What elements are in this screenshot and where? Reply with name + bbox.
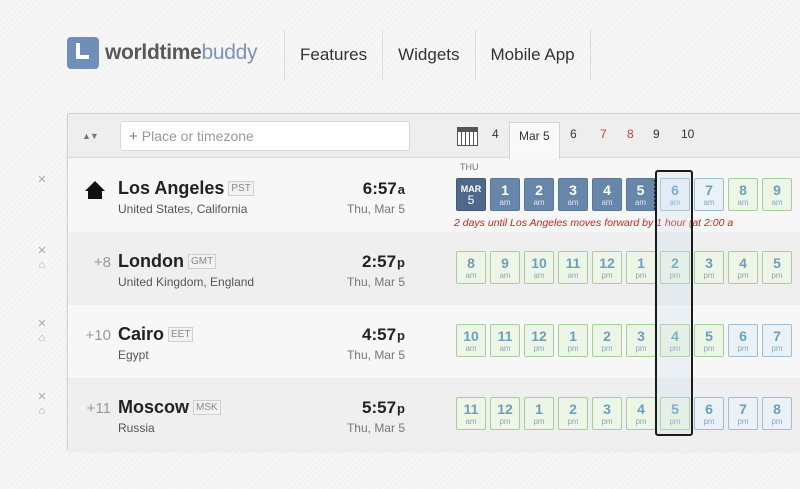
hour-cell[interactable]: 2 pm — [558, 397, 588, 430]
local-date: Thu, Mar 5 — [346, 202, 405, 216]
local-date: Thu, Mar 5 — [346, 275, 405, 289]
sort-arrows-icon[interactable]: ▲▼ — [82, 131, 99, 141]
hour-strip: MAR 5 1 am 2 am 3 am 4 am 5 am 6 am 7 am 8 am 9 am — [456, 178, 796, 211]
logo-text: worldtimebuddy — [105, 41, 258, 64]
remove-row-icon[interactable]: ✕ — [35, 246, 49, 257]
calendar-icon[interactable] — [457, 127, 478, 146]
hour-cell[interactable]: 7 pm — [728, 397, 758, 430]
local-date: Thu, Mar 5 — [346, 421, 405, 435]
hour-cell[interactable]: 12 pm — [592, 251, 622, 284]
city-name[interactable]: Los Angeles PST — [118, 178, 254, 199]
hour-cell[interactable]: 3 pm — [694, 251, 724, 284]
set-home-icon[interactable]: ⌂ — [35, 333, 49, 344]
nav-mobile-app[interactable]: Mobile App — [474, 30, 591, 80]
hour-cell[interactable]: 5 pm — [694, 324, 724, 357]
hour-cell[interactable]: 5 am — [626, 178, 656, 211]
city-name[interactable]: London GMT — [118, 251, 217, 272]
city-region: Egypt — [118, 348, 149, 362]
hour-cell[interactable]: 10 am — [524, 251, 554, 284]
hour-cell[interactable]: 12 pm — [490, 397, 520, 430]
date-tab[interactable]: 7 — [600, 127, 607, 141]
hour-cell[interactable]: 6 pm — [728, 324, 758, 357]
weekday-label: THU — [460, 162, 479, 172]
date-tab[interactable]: 9 — [653, 127, 660, 141]
hour-strip: 10 am 11 am 12 pm 1 pm 2 pm 3 pm 4 pm 5 pm 6 pm 7 pm — [456, 324, 796, 357]
hour-cell[interactable]: 4 am — [592, 178, 622, 211]
date-tab[interactable]: 6 — [570, 127, 577, 141]
remove-row-icon[interactable]: ✕ — [35, 175, 49, 186]
date-tab[interactable]: Mar 5 — [509, 122, 560, 159]
local-time: 2:57p — [362, 252, 405, 271]
hour-cell[interactable]: 3 pm — [592, 397, 622, 430]
plus-icon: + — [129, 128, 138, 145]
hour-cell[interactable]: 1 am — [490, 178, 520, 211]
hour-strip: 8 am 9 am 10 am 11 am 12 pm 1 pm 2 pm 3 pm 4 pm 5 pm — [456, 251, 796, 284]
hour-cell[interactable]: 4 pm — [626, 397, 656, 430]
utc-offset: +11 — [86, 400, 111, 417]
date-tab[interactable]: 4 — [492, 127, 499, 141]
hour-cell[interactable]: 3 am — [558, 178, 588, 211]
hour-cell[interactable]: 1 pm — [558, 324, 588, 357]
nav-features[interactable]: Features — [284, 30, 382, 80]
hour-cell[interactable]: 2 pm — [592, 324, 622, 357]
clock-logo-icon — [67, 37, 99, 69]
tz-badge: EET — [168, 327, 194, 342]
local-time: 5:57p — [362, 398, 405, 417]
city-region: United States, California — [118, 202, 248, 216]
set-home-icon[interactable]: ⌂ — [35, 260, 49, 271]
toolbar: ▲▼ + Place or timezone 4 Mar 5 6 7 8 9 10 — [68, 114, 800, 159]
tz-badge: GMT — [187, 254, 217, 269]
hour-strip: 11 am 12 pm 1 pm 2 pm 3 pm 4 pm 5 pm 6 pm 7 pm 8 pm — [456, 397, 796, 430]
hour-cell[interactable]: 9 am — [762, 178, 792, 211]
hour-cell[interactable]: 7 am — [694, 178, 724, 211]
tz-badge: PST — [228, 181, 254, 196]
date-tab[interactable]: 10 — [681, 127, 694, 141]
local-date: Thu, Mar 5 — [346, 348, 405, 362]
hour-cell[interactable]: 2 am — [524, 178, 554, 211]
hour-cell[interactable]: 4 pm — [728, 251, 758, 284]
hour-cell[interactable]: 11 am — [490, 324, 520, 357]
local-time: 6:57a — [362, 179, 405, 198]
date-tab[interactable]: 8 — [627, 127, 634, 141]
hour-cell[interactable]: 9 am — [490, 251, 520, 284]
hour-cell[interactable]: 10 am — [456, 324, 486, 357]
utc-offset: +10 — [85, 327, 111, 344]
main-nav: Features Widgets Mobile App — [284, 30, 591, 80]
tz-badge: MSK — [193, 400, 221, 415]
home-icon — [85, 181, 105, 201]
city-name[interactable]: Cairo EET — [118, 324, 194, 345]
hour-cell[interactable]: 8 am — [456, 251, 486, 284]
hour-cell[interactable]: MAR 5 — [456, 178, 486, 211]
city-region: United Kingdom, England — [118, 275, 255, 289]
hour-cell[interactable]: 1 pm — [626, 251, 656, 284]
hour-cell[interactable]: 8 am — [728, 178, 758, 211]
nav-widgets[interactable]: Widgets — [382, 30, 474, 80]
hour-cell[interactable]: 11 am — [558, 251, 588, 284]
hour-cell[interactable]: 6 pm — [694, 397, 724, 430]
hour-cell[interactable]: 12 pm — [524, 324, 554, 357]
set-home-icon[interactable]: ⌂ — [35, 406, 49, 417]
hour-cell[interactable]: 11 am — [456, 397, 486, 430]
remove-row-icon[interactable]: ✕ — [35, 392, 49, 403]
remove-row-icon[interactable]: ✕ — [35, 319, 49, 330]
place-search-input[interactable]: + Place or timezone — [120, 121, 410, 151]
city-name[interactable]: Moscow MSK — [118, 397, 221, 418]
selected-hour-column[interactable] — [655, 170, 693, 436]
logo[interactable]: worldtimebuddy — [67, 35, 258, 71]
hour-cell[interactable]: 7 pm — [762, 324, 792, 357]
local-time: 4:57p — [362, 325, 405, 344]
hour-cell[interactable]: 3 pm — [626, 324, 656, 357]
hour-cell[interactable]: 8 pm — [762, 397, 792, 430]
city-region: Russia — [118, 421, 155, 435]
search-placeholder: Place or timezone — [141, 128, 254, 144]
hour-cell[interactable]: 1 pm — [524, 397, 554, 430]
utc-offset: +8 — [93, 254, 111, 271]
hour-cell[interactable]: 5 pm — [762, 251, 792, 284]
